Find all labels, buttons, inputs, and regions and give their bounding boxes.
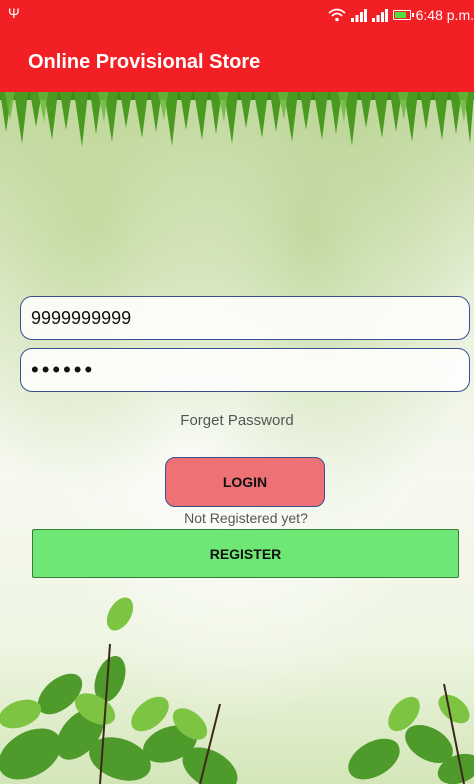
grass-decoration — [0, 92, 474, 147]
app-bar: Online Provisional Store — [0, 36, 474, 92]
password-field[interactable] — [20, 348, 470, 392]
status-bar: Ψ 6:48 p.m. — [0, 0, 474, 36]
status-icons: 6:48 p.m. — [328, 7, 474, 23]
phone-input[interactable] — [21, 297, 469, 339]
register-button[interactable]: REGISTER — [32, 529, 459, 578]
wifi-icon — [328, 8, 346, 22]
signal-icon-2 — [371, 8, 388, 22]
password-input[interactable] — [21, 349, 469, 391]
phone-field[interactable] — [20, 296, 470, 340]
not-registered-text: Not Registered yet? — [184, 510, 308, 526]
app-title: Online Provisional Store — [28, 51, 261, 73]
signal-icon-1 — [350, 8, 367, 22]
leaves-decoration-right — [348, 683, 474, 784]
login-button[interactable]: LOGIN — [165, 457, 325, 507]
status-time: 6:48 p.m. — [415, 7, 474, 23]
battery-icon — [392, 10, 414, 20]
usb-icon: Ψ — [8, 5, 20, 21]
leaves-decoration-left — [0, 597, 238, 784]
forget-password-link[interactable]: Forget Password — [0, 412, 474, 429]
